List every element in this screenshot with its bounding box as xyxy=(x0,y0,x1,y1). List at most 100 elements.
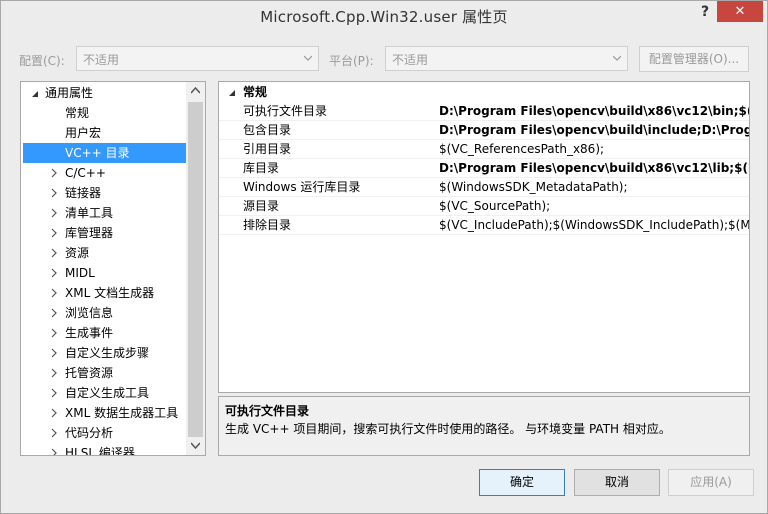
expanded-arrow-icon[interactable] xyxy=(31,89,39,99)
title-bar[interactable]: Microsoft.Cpp.Win32.user 属性页 ? ✕ xyxy=(1,1,767,31)
tree-item-label: MIDL xyxy=(65,266,95,280)
window-title: Microsoft.Cpp.Win32.user 属性页 xyxy=(260,8,508,26)
tree-item[interactable]: 用户宏 xyxy=(21,123,186,143)
tree-item[interactable]: 库管理器 xyxy=(21,223,186,243)
tree-item[interactable]: 链接器 xyxy=(21,183,186,203)
collapse-arrow-icon[interactable] xyxy=(228,89,236,97)
chevron-down-icon xyxy=(613,55,621,61)
property-row[interactable]: 引用目录 $(VC_ReferencesPath_x86); xyxy=(219,140,749,159)
expand-arrow-icon[interactable] xyxy=(50,408,58,418)
expand-arrow-icon[interactable] xyxy=(50,388,58,398)
expand-arrow-icon[interactable] xyxy=(50,368,58,378)
tree-item-label: XML 数据生成器工具 xyxy=(65,406,179,420)
platform-dropdown[interactable]: 不适用 xyxy=(385,46,628,71)
apply-button[interactable]: 应用(A) xyxy=(668,469,754,496)
property-name: 排除目录 xyxy=(243,218,292,232)
scrollbar-thumb[interactable] xyxy=(188,102,203,437)
description-text: 生成 VC++ 项目期间，搜索可执行文件时使用的路径。 与环境变量 PATH 相… xyxy=(225,422,671,436)
tree-item-label: VC++ 目录 xyxy=(65,146,130,160)
ok-button[interactable]: 确定 xyxy=(479,469,565,496)
expand-arrow-icon[interactable] xyxy=(50,348,58,358)
scroll-up-icon[interactable] xyxy=(191,87,200,94)
platform-dropdown-value: 不适用 xyxy=(392,53,429,67)
property-row[interactable]: 可执行文件目录 D:\Program Files\opencv\build\x86… xyxy=(219,102,749,121)
expand-arrow-icon[interactable] xyxy=(50,248,58,258)
tree-item[interactable]: 常规 xyxy=(21,103,186,123)
tree-item[interactable]: XML 数据生成器工具 xyxy=(21,403,186,423)
config-dropdown[interactable]: 不适用 xyxy=(76,46,319,71)
tree-item-label: 链接器 xyxy=(65,186,102,200)
property-name: 引用目录 xyxy=(243,142,292,156)
tree-root-item[interactable]: 通用属性 xyxy=(21,83,186,103)
property-value[interactable]: $(WindowsSDK_MetadataPath); xyxy=(439,178,749,197)
expand-arrow-icon[interactable] xyxy=(50,208,58,218)
scroll-down-icon[interactable] xyxy=(191,442,200,449)
property-name: 源目录 xyxy=(243,199,280,213)
close-button[interactable]: ✕ xyxy=(717,1,763,22)
tree-item[interactable]: 浏览信息 xyxy=(21,303,186,323)
property-row[interactable]: Windows 运行库目录 $(WindowsSDK_MetadataPath); xyxy=(219,178,749,197)
description-panel: 可执行文件目录 生成 VC++ 项目期间，搜索可执行文件时使用的路径。 与环境变… xyxy=(218,396,750,456)
property-value[interactable]: $(VC_ReferencesPath_x86); xyxy=(439,140,749,159)
tree-item[interactable]: 清单工具 xyxy=(21,203,186,223)
tree-item[interactable]: 资源 xyxy=(21,243,186,263)
expand-arrow-icon[interactable] xyxy=(50,448,58,456)
expand-arrow-icon[interactable] xyxy=(50,328,58,338)
expand-arrow-icon[interactable] xyxy=(50,308,58,318)
property-value[interactable]: $(VC_SourcePath); xyxy=(439,197,749,216)
property-row[interactable]: 包含目录 D:\Program Files\opencv\build\includ… xyxy=(219,121,749,140)
property-grid[interactable]: 常规 可执行文件目录 D:\Program Files\opencv\build\… xyxy=(218,81,750,393)
help-button[interactable]: ? xyxy=(697,4,713,22)
expand-arrow-icon[interactable] xyxy=(50,428,58,438)
tree-item-label: 生成事件 xyxy=(65,326,114,340)
tree-item-label: 自定义生成步骤 xyxy=(65,346,150,360)
tree-scrollbar[interactable] xyxy=(186,82,205,455)
property-value[interactable]: D:\Program Files\opencv\build\x86\vc12\l… xyxy=(439,159,749,178)
property-row[interactable]: 源目录 $(VC_SourcePath); xyxy=(219,197,749,216)
property-pages-window: Microsoft.Cpp.Win32.user 属性页 ? ✕ 配置(C): … xyxy=(0,0,768,514)
tree-item-label: C/C++ xyxy=(65,166,106,180)
property-name: 库目录 xyxy=(243,161,280,175)
expand-arrow-icon[interactable] xyxy=(50,228,58,238)
expand-arrow-icon[interactable] xyxy=(50,288,58,298)
tree-item[interactable]: VC++ 目录 xyxy=(23,143,188,163)
tree-item-label: XML 文档生成器 xyxy=(65,286,155,300)
expand-arrow-icon[interactable] xyxy=(50,268,58,278)
config-label: 配置(C): xyxy=(19,54,65,68)
tree-item[interactable]: 代码分析 xyxy=(21,423,186,443)
property-tree[interactable]: 通用属性 常规用户宏 VC++ 目录 C/C++ 链接器清单工具库管理器资源 MIDL X… xyxy=(20,81,206,456)
property-value[interactable]: D:\Program Files\opencv\build\include;D:… xyxy=(439,121,749,140)
tree-item-label: HLSL 编译器 xyxy=(65,446,135,456)
tree-item[interactable]: XML 文档生成器 xyxy=(21,283,186,303)
property-row[interactable]: 排除目录 $(VC_IncludePath);$(WindowsSDK_Inclu… xyxy=(219,216,749,235)
row-divider xyxy=(219,234,749,235)
property-value[interactable]: $(VC_IncludePath);$(WindowsSDK_IncludePa… xyxy=(439,216,749,235)
config-dropdown-value: 不适用 xyxy=(83,53,120,67)
expand-arrow-icon[interactable] xyxy=(50,188,58,198)
cancel-button[interactable]: 取消 xyxy=(574,469,660,496)
tree-root-label: 通用属性 xyxy=(45,86,94,100)
tree-item[interactable]: 自定义生成步骤 xyxy=(21,343,186,363)
grid-category-row[interactable]: 常规 xyxy=(219,83,749,102)
expand-arrow-icon[interactable] xyxy=(50,168,58,178)
property-row[interactable]: 库目录 D:\Program Files\opencv\build\x86\vc1… xyxy=(219,159,749,178)
grid-category-label: 常规 xyxy=(243,85,268,99)
description-title: 可执行文件目录 xyxy=(225,404,310,418)
tree-item-label: 库管理器 xyxy=(65,226,114,240)
tree-item-label: 用户宏 xyxy=(65,126,102,140)
tree-item[interactable]: 自定义生成工具 xyxy=(21,383,186,403)
config-manager-button[interactable]: 配置管理器(O)... xyxy=(639,46,749,72)
property-name: 可执行文件目录 xyxy=(243,104,328,118)
tree-item[interactable]: 生成事件 xyxy=(21,323,186,343)
property-value[interactable]: D:\Program Files\opencv\build\x86\vc12\b… xyxy=(439,102,749,121)
tree-item[interactable]: C/C++ xyxy=(21,163,186,183)
tree-item-label: 常规 xyxy=(65,106,90,120)
chevron-down-icon xyxy=(304,55,312,61)
property-name: Windows 运行库目录 xyxy=(243,180,361,194)
property-name: 包含目录 xyxy=(243,123,292,137)
tree-item-label: 清单工具 xyxy=(65,206,114,220)
tree-item[interactable]: MIDL xyxy=(21,263,186,283)
tree-item[interactable]: 托管资源 xyxy=(21,363,186,383)
platform-label: 平台(P): xyxy=(329,54,374,68)
tree-item[interactable]: HLSL 编译器 xyxy=(21,443,186,456)
